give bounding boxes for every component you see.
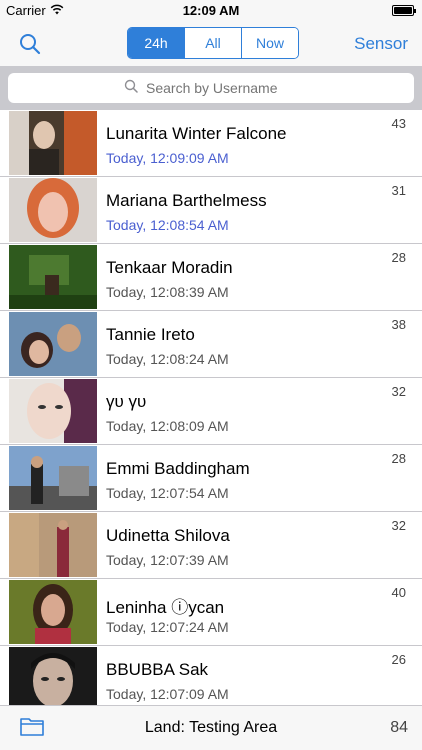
avatar-name: Tannie Ireto <box>106 325 195 344</box>
seen-time: Today, 12:09:09 AM <box>106 150 229 166</box>
distance-value: 43 <box>391 116 406 131</box>
seen-time: Today, 12:07:09 AM <box>106 686 229 702</box>
clock: 12:09 AM <box>182 3 240 18</box>
avatar-thumbnail <box>9 647 97 705</box>
search-field-icon <box>124 79 138 98</box>
distance-value: 32 <box>391 518 406 533</box>
seen-time: Today, 12:08:24 AM <box>106 351 229 367</box>
seen-time: Today, 12:08:54 AM <box>106 217 229 233</box>
list-item[interactable]: Tenkaar Moradin Today, 12:08:39 AM 28 <box>0 244 422 311</box>
seen-time: Today, 12:07:39 AM <box>106 552 229 568</box>
avatar-count: 84 <box>390 719 408 736</box>
distance-value: 31 <box>391 183 406 198</box>
distance-value: 28 <box>391 250 406 265</box>
avatar-thumbnail <box>9 178 97 242</box>
avatar-thumbnail <box>9 245 97 309</box>
avatar-name: Mariana Barthelmess <box>106 191 267 210</box>
avatar-name: Udinetta Shilova <box>106 526 230 545</box>
status-bar: Carrier 12:09 AM <box>0 0 422 22</box>
distance-value: 26 <box>391 652 406 667</box>
seen-time: Today, 12:07:24 AM <box>106 619 229 635</box>
seen-time: Today, 12:08:09 AM <box>106 418 229 434</box>
avatar-thumbnail <box>9 513 97 577</box>
nav-bar: 24h All Now Sensor <box>0 22 422 66</box>
avatar-thumbnail <box>9 379 97 443</box>
search-icon[interactable] <box>18 32 42 56</box>
list-item[interactable]: BBUBBA Sak Today, 12:07:09 AM 26 <box>0 646 422 705</box>
land-label: Land: Testing Area <box>144 719 278 736</box>
list-item[interactable]: Lunarita Winter Falcone Today, 12:09:09 … <box>0 110 422 177</box>
avatar-name: Lunarita Winter Falcone <box>106 124 287 143</box>
avatar-thumbnail <box>9 111 97 175</box>
search-bar[interactable] <box>8 73 414 103</box>
segment-all[interactable]: All <box>184 28 241 58</box>
avatar-name: Emmi Baddingham <box>106 459 250 478</box>
distance-value: 40 <box>391 585 406 600</box>
bottom-toolbar: Land: Testing Area 84 <box>0 705 422 750</box>
list-item[interactable]: Tannie Ireto Today, 12:08:24 AM 38 <box>0 311 422 378</box>
avatar-name: BBUBBA Sak <box>106 660 209 679</box>
segment-24h[interactable]: 24h <box>128 28 184 58</box>
avatar-list: Lunarita Winter Falcone Today, 12:09:09 … <box>0 110 422 705</box>
search-input[interactable] <box>144 79 298 97</box>
sensor-button[interactable]: Sensor <box>354 34 408 54</box>
list-item[interactable]: Mariana Barthelmess Today, 12:08:54 AM 3… <box>0 177 422 244</box>
distance-value: 32 <box>391 384 406 399</box>
seen-time: Today, 12:07:54 AM <box>106 485 229 501</box>
search-bar-container <box>0 66 422 110</box>
list-item[interactable]: Leninha ⓘycan Today, 12:07:24 AM 40 <box>0 579 422 646</box>
avatar-thumbnail <box>9 446 97 510</box>
time-filter-segmented-control: 24h All Now <box>127 27 299 59</box>
avatar-thumbnail <box>9 580 97 644</box>
avatar-name: Tenkaar Moradin <box>106 258 233 277</box>
seen-time: Today, 12:08:39 AM <box>106 284 229 300</box>
battery-icon <box>392 5 416 16</box>
distance-value: 38 <box>391 317 406 332</box>
distance-value: 28 <box>391 451 406 466</box>
list-item[interactable]: Udinetta Shilova Today, 12:07:39 AM 32 <box>0 512 422 579</box>
avatar-thumbnail <box>9 312 97 376</box>
avatar-name: γυ γυ <box>106 392 147 411</box>
list-item[interactable]: Emmi Baddingham Today, 12:07:54 AM 28 <box>0 445 422 512</box>
segment-now[interactable]: Now <box>241 28 298 58</box>
avatar-name: Leninha ⓘycan <box>106 598 225 617</box>
list-item[interactable]: γυ γυ Today, 12:08:09 AM 32 <box>0 378 422 445</box>
